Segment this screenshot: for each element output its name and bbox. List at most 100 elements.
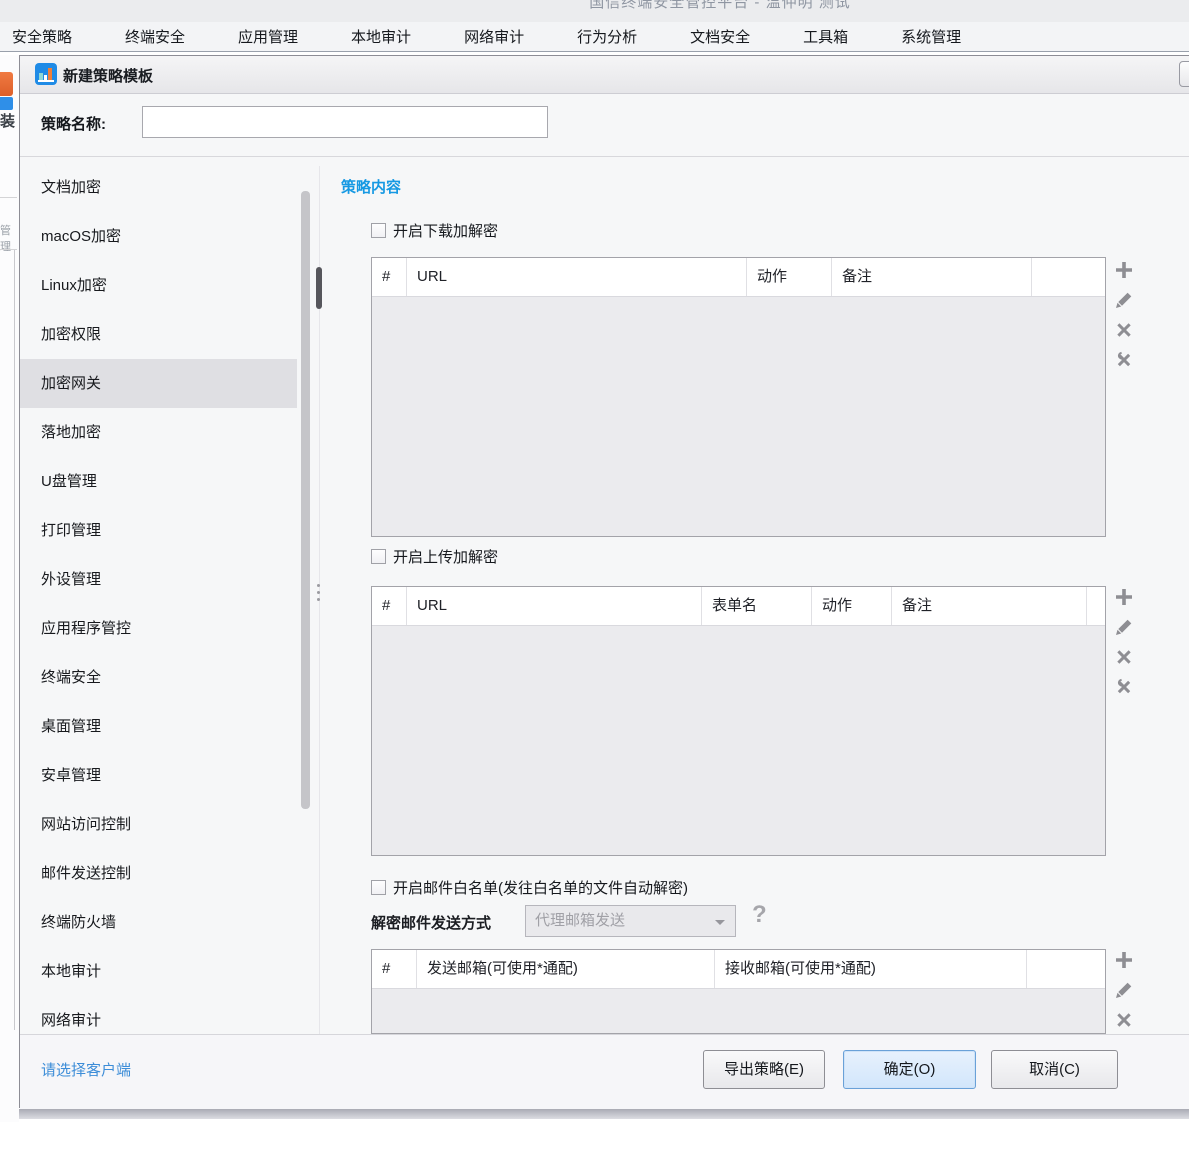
cancel-button[interactable]: 取消(C) — [991, 1050, 1118, 1089]
dialog-title-bar[interactable]: 新建策略模板 — [20, 56, 1189, 94]
delete-icon[interactable] — [1113, 319, 1135, 341]
column-header: 备注 — [892, 587, 1087, 625]
checkbox-label: 开启下载加解密 — [393, 220, 498, 241]
menu-item[interactable]: 系统管理 — [901, 26, 961, 47]
add-icon[interactable] — [1113, 259, 1135, 281]
sidebar-item[interactable]: 桌面管理 — [20, 702, 297, 751]
sidebar-item[interactable]: macOS加密 — [20, 212, 297, 261]
sidebar-item[interactable]: 文档加密 — [20, 163, 297, 212]
delete-icon[interactable] — [1113, 1009, 1135, 1031]
upload-encrypt-checkbox-row: 开启上传加解密 — [371, 546, 498, 567]
add-icon[interactable] — [1113, 949, 1135, 971]
download-url-table: #URL动作备注 — [371, 257, 1106, 537]
upload-table-tools — [1113, 586, 1137, 716]
table-body[interactable] — [372, 988, 1105, 1033]
sidebar-item[interactable]: 终端防火墙 — [20, 898, 297, 947]
send-mode-label: 解密邮件发送方式 — [371, 912, 491, 933]
sidebar-item[interactable]: 终端安全 — [20, 653, 297, 702]
dropdown-value: 代理邮箱发送 — [535, 906, 625, 936]
sidebar-item[interactable]: U盘管理 — [20, 457, 297, 506]
menu-item[interactable]: 终端安全 — [125, 26, 185, 47]
download-encrypt-checkbox-row: 开启下载加解密 — [371, 220, 498, 241]
menu-item[interactable]: 应用管理 — [238, 26, 298, 47]
config-icon[interactable] — [1113, 349, 1135, 371]
column-header — [1032, 258, 1105, 296]
table-header: #URL表单名动作备注 — [372, 587, 1105, 626]
menu-item[interactable]: 网络审计 — [464, 26, 524, 47]
edit-icon[interactable] — [1113, 979, 1135, 1001]
menu-item[interactable]: 文档安全 — [690, 26, 750, 47]
column-header: URL — [407, 587, 702, 625]
splitter-grip[interactable] — [317, 584, 320, 601]
menu-item[interactable]: 行为分析 — [577, 26, 637, 47]
export-policy-button[interactable]: 导出策略(E) — [703, 1050, 825, 1089]
column-header — [1087, 587, 1105, 625]
sidebar-item[interactable]: 落地加密 — [20, 408, 297, 457]
menu-item[interactable]: 本地审计 — [351, 26, 411, 47]
content-scrollbar-thumb[interactable] — [316, 267, 322, 309]
content-header: 策略内容 — [341, 176, 401, 197]
sidebar-item[interactable]: Linux加密 — [20, 261, 297, 310]
table-body[interactable] — [372, 625, 1105, 855]
mail-whitelist-table: #发送邮箱(可使用*通配)接收邮箱(可使用*通配) — [371, 949, 1106, 1034]
window-title: 国信终端安全管控平台 - 温仲明 测试 — [420, 0, 1020, 12]
sidebar-item[interactable]: 加密网关 — [20, 359, 297, 408]
menu-item[interactable]: 安全策略 — [12, 26, 72, 47]
menu-bar: 安全策略 终端安全 应用管理 本地审计 网络审计 行为分析 文档安全 工具箱 系统管理 — [0, 22, 1189, 52]
download-table-tools — [1113, 259, 1137, 389]
edit-icon[interactable] — [1113, 289, 1135, 311]
sidebar-item[interactable]: 安卓管理 — [20, 751, 297, 800]
column-header: URL — [407, 258, 747, 296]
fragment-text: 装 — [0, 110, 17, 131]
window-title-strip: 国信终端安全管控平台 - 温仲明 测试 — [0, 0, 1189, 22]
send-mode-dropdown[interactable]: 代理邮箱发送 — [525, 905, 736, 937]
add-icon[interactable] — [1113, 586, 1135, 608]
new-policy-template-dialog: 新建策略模板 策略名称: 文档加密macOS加密Linux加密加密权限加密网关落… — [19, 55, 1189, 1108]
mail-table-tools — [1113, 949, 1137, 1033]
bar-chart-icon — [35, 63, 57, 85]
screen: 国信终端安全管控平台 - 温仲明 测试 安全策略终端安全应用管理本地审计网络审计… — [0, 0, 1189, 1164]
sidebar-item[interactable]: 邮件发送控制 — [20, 849, 297, 898]
checkbox-label: 开启邮件白名单(发往白名单的文件自动解密) — [393, 877, 688, 898]
sidebar-item[interactable]: 网络审计 — [20, 996, 297, 1035]
select-client-link[interactable]: 请选择客户端 — [41, 1059, 131, 1080]
divider — [20, 156, 1189, 157]
divider — [0, 197, 17, 198]
orange-app-icon — [0, 72, 13, 96]
policy-name-input[interactable] — [142, 106, 548, 138]
dialog-shadow — [19, 1109, 1189, 1119]
sidebar-scrollbar[interactable] — [301, 191, 310, 809]
table-header: #URL动作备注 — [372, 258, 1105, 297]
column-header — [1027, 950, 1105, 988]
column-header: # — [372, 587, 407, 625]
sidebar-item[interactable]: 网站访问控制 — [20, 800, 297, 849]
column-header: # — [372, 950, 417, 988]
sidebar-item[interactable]: 本地审计 — [20, 947, 297, 996]
ok-button[interactable]: 确定(O) — [843, 1050, 976, 1089]
checkbox[interactable] — [371, 880, 386, 895]
window-edge — [14, 250, 15, 1030]
column-header: # — [372, 258, 407, 296]
checkbox[interactable] — [371, 223, 386, 238]
blue-app-icon — [0, 97, 13, 110]
sidebar-item[interactable]: 打印管理 — [20, 506, 297, 555]
sidebar-item[interactable]: 应用程序管控 — [20, 604, 297, 653]
help-icon[interactable]: ? — [752, 901, 767, 929]
table-body[interactable] — [372, 296, 1105, 536]
background-window-fragments: 装 管理 — [0, 55, 19, 1122]
sidebar-item[interactable]: 外设管理 — [20, 555, 297, 604]
upload-url-table: #URL表单名动作备注 — [371, 586, 1106, 856]
column-header: 发送邮箱(可使用*通配) — [417, 950, 715, 988]
table-header: #发送邮箱(可使用*通配)接收邮箱(可使用*通配) — [372, 950, 1105, 989]
column-header: 动作 — [812, 587, 892, 625]
category-sidebar: 文档加密macOS加密Linux加密加密权限加密网关落地加密U盘管理打印管理外设… — [20, 163, 297, 1035]
close-button[interactable] — [1179, 61, 1189, 87]
delete-icon[interactable] — [1113, 646, 1135, 668]
policy-name-label: 策略名称: — [41, 113, 106, 134]
config-icon[interactable] — [1113, 676, 1135, 698]
edit-icon[interactable] — [1113, 616, 1135, 638]
sidebar-item[interactable]: 加密权限 — [20, 310, 297, 359]
column-header: 动作 — [747, 258, 832, 296]
menu-item[interactable]: 工具箱 — [803, 26, 848, 47]
checkbox[interactable] — [371, 549, 386, 564]
